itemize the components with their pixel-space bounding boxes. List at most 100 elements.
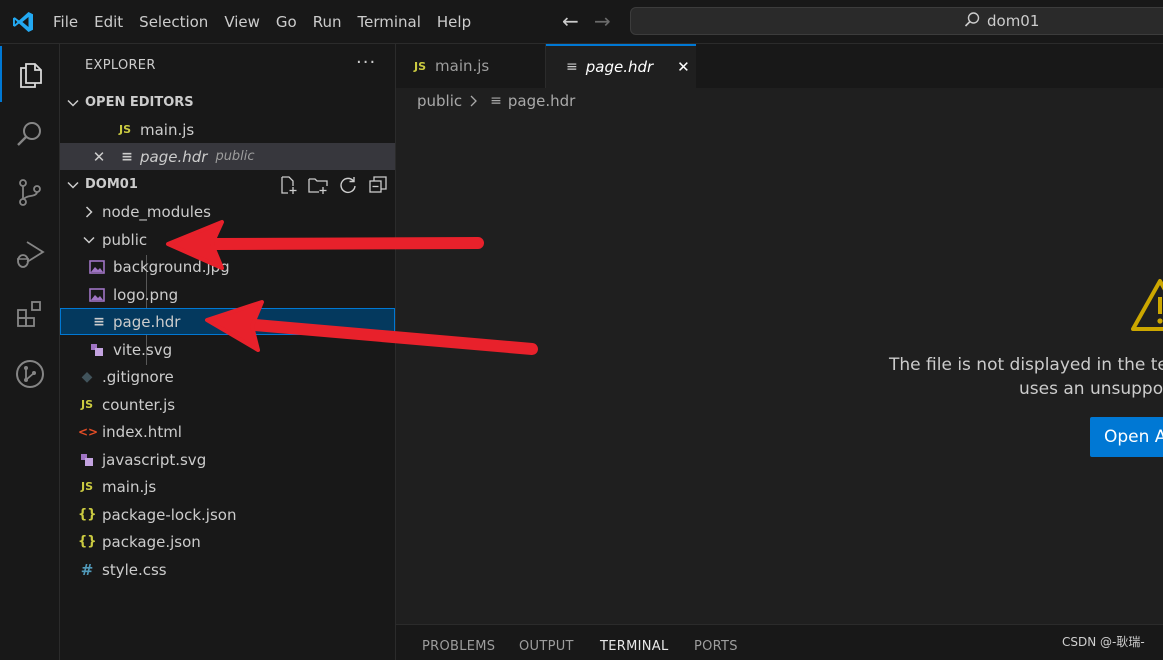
breadcrumb: public ≡ page.hdr bbox=[417, 92, 575, 110]
back-arrow-icon[interactable]: ← bbox=[562, 10, 579, 32]
tree-item-file[interactable]: logo.png bbox=[60, 281, 395, 308]
tree-item-file-selected[interactable]: ≡ page.hdr bbox=[60, 308, 395, 335]
extensions-button[interactable] bbox=[0, 286, 60, 342]
tree-item-label: javascript.svg bbox=[102, 450, 207, 469]
explorer-sidebar: EXPLORER ··· OPEN EDITORS JS main.js ✕ ≡… bbox=[60, 44, 396, 660]
menu-terminal[interactable]: Terminal bbox=[350, 0, 429, 44]
forward-arrow-icon[interactable]: → bbox=[594, 10, 611, 32]
panel-tab-problems[interactable]: PROBLEMS bbox=[422, 639, 495, 654]
tree-item-label: index.html bbox=[102, 422, 182, 441]
tree-item-folder[interactable]: public bbox=[60, 226, 395, 253]
image-file-icon bbox=[89, 287, 105, 302]
js-file-icon: JS bbox=[414, 59, 427, 73]
breadcrumb-file[interactable]: page.hdr bbox=[508, 92, 575, 110]
open-editor-label: main.js bbox=[140, 120, 195, 139]
text-file-icon: ≡ bbox=[121, 148, 133, 165]
explorer-view-button[interactable] bbox=[0, 46, 60, 102]
git-graph-button[interactable] bbox=[0, 346, 60, 402]
chevron-down-icon bbox=[83, 236, 95, 244]
search-view-button[interactable] bbox=[0, 106, 60, 162]
tree-item-label: background.jpg bbox=[113, 257, 230, 276]
tree-item-label: public bbox=[102, 230, 148, 249]
open-editor-item[interactable]: JS main.js bbox=[60, 116, 395, 143]
vscode-logo-icon bbox=[13, 12, 33, 32]
source-control-icon bbox=[19, 179, 41, 206]
tree-item-file[interactable]: background.jpg bbox=[60, 253, 395, 280]
html-file-icon: <> bbox=[78, 424, 99, 439]
text-file-icon: ≡ bbox=[490, 93, 502, 109]
unsupported-file-message-cont: uses an unsupporte bbox=[1019, 379, 1163, 399]
panel-tab-terminal[interactable]: TERMINAL bbox=[600, 639, 669, 654]
close-icon[interactable]: ✕ bbox=[677, 58, 690, 76]
menu-bar: File Edit Selection View Go Run Terminal… bbox=[45, 0, 479, 44]
collapse-all-icon[interactable] bbox=[368, 175, 388, 195]
tree-item-file[interactable]: <> index.html bbox=[60, 418, 395, 445]
activity-bar bbox=[0, 44, 60, 660]
command-center-search[interactable]: dom01 bbox=[630, 7, 1163, 35]
json-file-icon: {} bbox=[78, 534, 97, 549]
tree-item-label: .gitignore bbox=[102, 367, 174, 386]
tree-item-file[interactable]: vite.svg bbox=[60, 336, 395, 363]
chevron-down-icon bbox=[67, 99, 79, 107]
menu-view[interactable]: View bbox=[216, 0, 268, 44]
refresh-icon[interactable] bbox=[338, 175, 358, 195]
panel-tab-output[interactable]: OUTPUT bbox=[519, 639, 574, 654]
run-debug-button[interactable] bbox=[0, 226, 60, 282]
open-editors-title: OPEN EDITORS bbox=[85, 95, 194, 110]
new-file-icon[interactable] bbox=[278, 175, 298, 195]
tree-item-label: style.css bbox=[102, 560, 167, 579]
explorer-title: EXPLORER bbox=[85, 58, 156, 73]
menu-help[interactable]: Help bbox=[429, 0, 479, 44]
breadcrumb-folder[interactable]: public bbox=[417, 92, 462, 110]
workspace-name: dom01 bbox=[987, 12, 1040, 30]
explorer-actions bbox=[278, 175, 388, 195]
open-editors-header[interactable]: OPEN EDITORS bbox=[60, 89, 395, 116]
menu-go[interactable]: Go bbox=[268, 0, 305, 44]
open-editor-dir: public bbox=[215, 149, 255, 164]
unsupported-file-message: The file is not displayed in the text e bbox=[889, 355, 1163, 375]
more-actions-icon[interactable]: ··· bbox=[356, 52, 376, 73]
svg-file-icon bbox=[81, 453, 93, 466]
tree-item-file[interactable]: {} package-lock.json bbox=[60, 501, 395, 528]
git-graph-icon bbox=[16, 360, 44, 388]
tree-item-file[interactable]: # style.css bbox=[60, 556, 395, 583]
search-icon bbox=[964, 12, 980, 27]
tab-label: page.hdr bbox=[585, 58, 654, 76]
run-debug-icon bbox=[17, 241, 45, 268]
menu-edit[interactable]: Edit bbox=[86, 0, 131, 44]
new-folder-icon[interactable] bbox=[308, 175, 328, 195]
git-file-icon: ◆ bbox=[81, 368, 93, 385]
tree-item-label: main.js bbox=[102, 477, 157, 496]
tree-item-label: vite.svg bbox=[113, 340, 173, 359]
image-file-icon bbox=[89, 259, 105, 274]
tree-item-file[interactable]: javascript.svg bbox=[60, 446, 395, 473]
tab-label: main.js bbox=[435, 57, 490, 75]
extensions-icon bbox=[17, 301, 41, 327]
svg-file-icon bbox=[91, 343, 103, 356]
tree-item-folder[interactable]: node_modules bbox=[60, 198, 395, 225]
watermark: CSDN @-耿瑞- bbox=[1062, 635, 1145, 649]
open-editor-item-active[interactable]: ✕ ≡ page.hdr public bbox=[60, 143, 395, 170]
tab-main-js[interactable]: JS main.js bbox=[396, 44, 546, 88]
menu-run[interactable]: Run bbox=[305, 0, 350, 44]
open-anyway-button[interactable]: Open A bbox=[1090, 417, 1163, 457]
tree-item-file[interactable]: JS main.js bbox=[60, 473, 395, 500]
tree-item-label: page.hdr bbox=[113, 312, 181, 331]
tab-page-hdr[interactable]: ≡ page.hdr ✕ bbox=[546, 44, 696, 88]
menu-selection[interactable]: Selection bbox=[131, 0, 216, 44]
panel-tab-ports[interactable]: PORTS bbox=[694, 639, 738, 654]
source-control-button[interactable] bbox=[0, 164, 60, 220]
tree-item-label: package-lock.json bbox=[102, 505, 237, 524]
tree-item-label: node_modules bbox=[102, 202, 211, 221]
close-icon[interactable]: ✕ bbox=[90, 148, 108, 166]
tree-item-label: counter.js bbox=[102, 395, 176, 414]
js-file-icon: JS bbox=[80, 398, 93, 411]
tree-item-file[interactable]: {} package.json bbox=[60, 528, 395, 555]
tree-item-file[interactable]: ◆ .gitignore bbox=[60, 363, 395, 390]
text-file-icon: ≡ bbox=[566, 59, 578, 75]
title-bar: File Edit Selection View Go Run Terminal… bbox=[0, 0, 1163, 44]
warning-icon bbox=[1131, 279, 1163, 331]
tree-item-label: logo.png bbox=[113, 285, 179, 304]
tree-item-file[interactable]: JS counter.js bbox=[60, 391, 395, 418]
menu-file[interactable]: File bbox=[45, 0, 86, 44]
